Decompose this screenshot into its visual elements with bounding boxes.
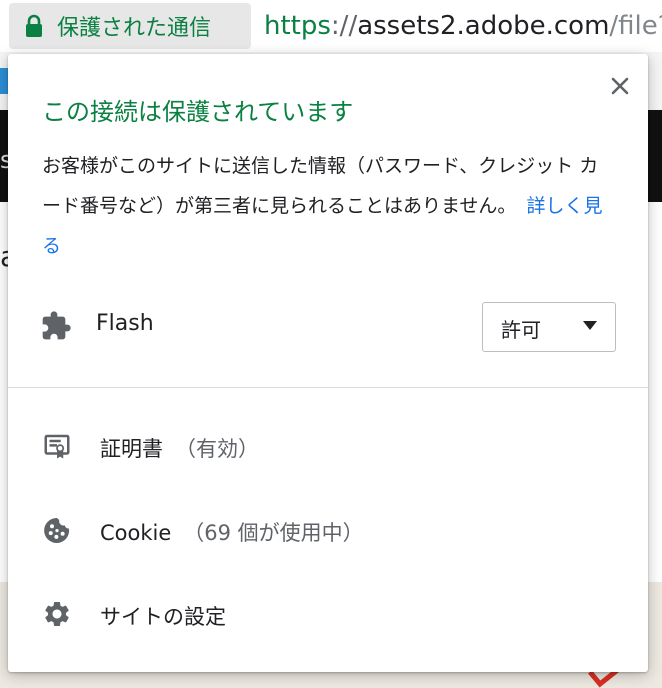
flash-permission-row: Flash 許可 xyxy=(38,302,618,352)
security-label: 保護された通信 xyxy=(57,16,212,41)
description-text: お客様がこのサイトに送信した情報（パスワード、クレジット カード番号など）が第三… xyxy=(42,155,599,217)
site-settings-row[interactable]: サイトの設定 xyxy=(8,583,648,647)
flash-permission-select[interactable]: 許可 xyxy=(482,302,616,352)
bubble-title: この接続は保護されています xyxy=(42,98,354,126)
page-info-bubble: この接続は保護されています お客様がこのサイトに送信した情報（パスワード、クレジ… xyxy=(8,54,648,672)
caret-down-icon xyxy=(583,321,597,330)
select-value: 許可 xyxy=(501,318,541,342)
security-indicator-button[interactable]: 保護された通信 xyxy=(9,3,251,49)
bubble-description: お客様がこのサイトに送信した情報（パスワード、クレジット カード番号など）が第三… xyxy=(42,146,612,266)
close-icon xyxy=(611,77,629,95)
close-button[interactable] xyxy=(608,74,632,98)
url-path: /file? xyxy=(609,11,662,41)
puzzle-piece-icon xyxy=(42,311,71,340)
url-scheme: https xyxy=(264,11,331,41)
cookie-count: （69 個が使用中） xyxy=(183,521,364,545)
url-separator: :// xyxy=(330,11,358,41)
certificate-label: 証明書 xyxy=(100,437,163,461)
certificate-icon xyxy=(44,434,70,459)
gear-icon xyxy=(45,601,69,626)
lock-icon xyxy=(26,14,42,37)
omnibox: 保護された通信 https://assets2.adobe.com/file? xyxy=(0,0,662,52)
cookie-label: Cookie xyxy=(100,521,172,545)
cookie-row[interactable]: Cookie （69 個が使用中） xyxy=(8,499,648,563)
site-settings-label: サイトの設定 xyxy=(100,605,226,629)
certificate-status: （有効） xyxy=(175,437,259,461)
certificate-row[interactable]: 証明書 （有効） xyxy=(8,415,648,479)
url-host: assets2.adobe.com xyxy=(357,11,610,41)
divider xyxy=(8,387,648,388)
flash-label: Flash xyxy=(96,311,154,336)
cookie-icon xyxy=(44,517,70,543)
url-text[interactable]: https://assets2.adobe.com/file? xyxy=(264,10,662,42)
